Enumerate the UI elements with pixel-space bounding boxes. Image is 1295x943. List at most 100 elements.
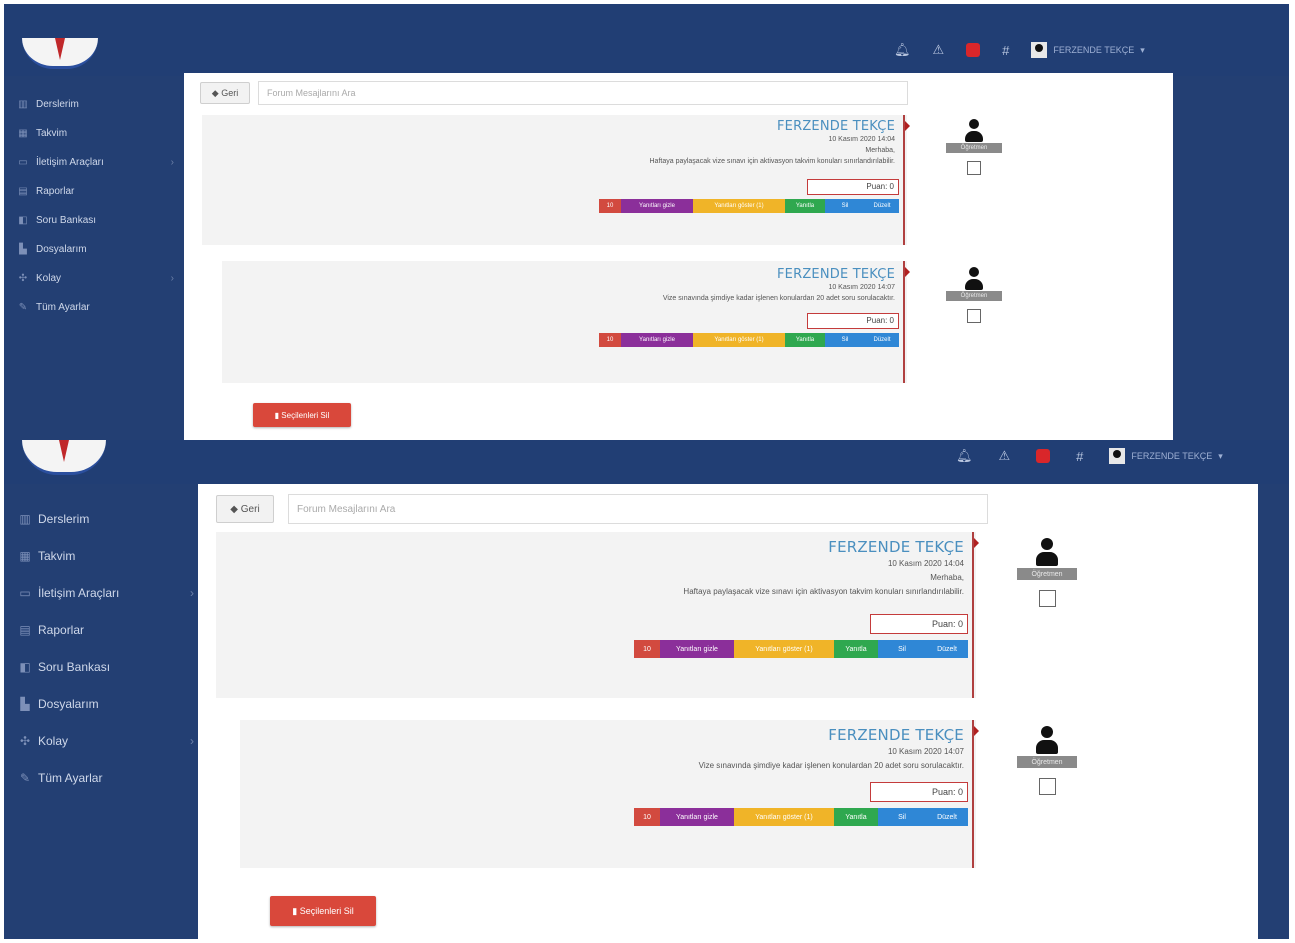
select-checkbox[interactable] [1038,590,1056,607]
user-menu[interactable]: FERZENDE TEKÇE ▾ [1031,42,1145,58]
chevron-right-icon: › [170,273,174,284]
book-icon: ▥ [19,511,31,526]
sidebar-item-label: Kolay [38,733,69,748]
forum-search-input[interactable]: Forum Mesajlarını Ara [288,494,988,524]
show-replies-button[interactable]: Yanıtları göster (1) [734,640,834,658]
count-badge: 10 [599,333,621,347]
score-field[interactable]: Puan: 0 [870,614,968,634]
sidebar-item-derslerim[interactable]: ▥ Derslerim [4,90,174,119]
screenshot-bottom: 🔔︎ ⚠ # FERZENDE TEKÇE ▾ ▥ Derslerim ▦ Takv… [4,440,1289,939]
header-icons: 🔔︎ ⚠ # FERZENDE TEKÇE ▾ [894,42,1145,58]
message-author[interactable]: FERZENDE TEKÇE [324,726,964,744]
sidebar-item-dosyalarim[interactable]: ▙ Dosyalarım [4,685,194,722]
hide-replies-button[interactable]: Yanıtları gizle [621,199,693,213]
sidebar-item-derslerim[interactable]: ▥ Derslerim [4,500,194,537]
message-divider [903,115,910,245]
flag-icon[interactable] [1036,449,1051,463]
message-date: 10 Kasım 2020 14:04 [887,559,964,568]
user-icon [1035,724,1059,756]
select-checkbox[interactable] [1038,778,1056,795]
sidebar-item-kolay[interactable]: ✣ Kolay › [4,264,174,293]
arrow-left-icon: ◆ [211,87,219,98]
reply-button[interactable]: Yanıtla [834,640,878,658]
edit-button[interactable]: Düzelt [865,199,899,213]
message-body: Vize sınavında şimdiye kadar işlenen kon… [662,295,895,302]
chat-icon: ▭ [19,585,31,600]
delete-selected-button[interactable]: ▮ Seçilenleri Sil [253,403,351,427]
sidebar-item-raporlar[interactable]: ▤ Raporlar [4,177,174,206]
delete-selected-label: Seçilenleri Sil [281,410,330,420]
reply-button[interactable]: Yanıtla [834,808,878,826]
select-checkbox[interactable] [967,161,981,175]
screenshot-frame: 🔔︎ ⚠ # FERZENDE TEKÇE ▾ ▥ Derslerim ▦ Takv… [4,4,1289,939]
edit-button[interactable]: Düzelt [926,808,968,826]
message-body: Vize sınavında şimdiye kadar işlenen kon… [698,761,964,770]
show-replies-button[interactable]: Yanıtları göster (1) [693,333,785,347]
question-bank-icon: ◧ [18,215,28,226]
back-button[interactable]: ◆ Geri [200,82,250,104]
score-field[interactable]: Puan: 0 [807,313,899,329]
sidebar-item-soru-bankasi[interactable]: ◧ Soru Bankası [4,206,174,235]
delete-button[interactable]: Sil [825,333,865,347]
sidebar-item-label: Dosyalarım [38,696,99,711]
flag-icon[interactable] [966,43,981,57]
delete-button[interactable]: Sil [878,808,926,826]
hide-replies-button[interactable]: Yanıtları gizle [660,640,734,658]
bell-icon[interactable]: 🔔︎ [956,448,973,464]
message-content: FERZENDE TEKÇE 10 Kasım 2020 14:04 Merha… [295,119,896,165]
message-divider [903,261,910,383]
message-user-box: Öğretmen [944,265,1004,323]
delete-button[interactable]: Sil [878,640,926,658]
user-icon [964,117,984,143]
sidebar-item-iletisim[interactable]: ▭ İletişim Araçları › [4,574,194,611]
search-placeholder: Forum Mesajlarını Ara [267,88,356,98]
sidebar-item-iletisim[interactable]: ▭ İletişim Araçları › [4,148,174,177]
sidebar-item-tum-ayarlar[interactable]: ✎ Tüm Ayarlar [4,293,174,322]
show-replies-button[interactable]: Yanıtları göster (1) [734,808,834,826]
sidebar-item-kolay[interactable]: ✣ Kolay › [4,722,194,759]
message-divider [972,720,979,868]
message-author[interactable]: FERZENDE TEKÇE [295,267,895,282]
message-author[interactable]: FERZENDE TEKÇE [295,119,895,134]
select-checkbox[interactable] [967,309,981,323]
message-actions: 10 Yanıtları gizle Yanıtları göster (1) … [634,808,968,826]
delete-button[interactable]: Sil [825,199,865,213]
sidebar-item-dosyalarim[interactable]: ▙ Dosyalarım [4,235,174,264]
forum-message: FERZENDE TEKÇE 10 Kasım 2020 14:07 Vize … [240,720,979,868]
content-panel: ◆ Geri Forum Mesajlarını Ara FERZENDE TE… [198,484,1258,939]
user-name: FERZENDE TEKÇE [1053,45,1135,55]
sidebar-item-tum-ayarlar[interactable]: ✎ Tüm Ayarlar [4,759,194,796]
bell-icon[interactable]: 🔔︎ [894,42,911,58]
header-icons: 🔔︎ ⚠ # FERZENDE TEKÇE ▾ [956,448,1223,464]
score-field[interactable]: Puan: 0 [870,782,968,802]
message-author[interactable]: FERZENDE TEKÇE [324,538,964,556]
message-date: 10 Kasım 2020 14:04 [828,136,895,143]
grid-icon[interactable]: # [1076,449,1083,464]
hide-replies-button[interactable]: Yanıtları gizle [660,808,734,826]
user-icon [1035,536,1059,568]
reply-button[interactable]: Yanıtla [785,199,825,213]
delete-selected-button[interactable]: ▮ Seçilenleri Sil [270,896,376,926]
score-field[interactable]: Puan: 0 [807,179,899,195]
sidebar-item-soru-bankasi[interactable]: ◧ Soru Bankası [4,648,194,685]
message-content: FERZENDE TEKÇE 10 Kasım 2020 14:07 Vize … [324,726,964,770]
show-replies-button[interactable]: Yanıtları göster (1) [693,199,785,213]
sidebar-item-takvim[interactable]: ▦ Takvim [4,537,194,574]
forum-search-input[interactable]: Forum Mesajlarını Ara [258,81,908,105]
message-user-box: Öğretmen [1014,724,1080,795]
edit-button[interactable]: Düzelt [865,333,899,347]
edit-button[interactable]: Düzelt [926,640,968,658]
hide-replies-button[interactable]: Yanıtları gizle [621,333,693,347]
chat-icon: ▭ [18,157,28,168]
warning-icon[interactable]: ⚠ [999,448,1011,464]
warning-icon[interactable]: ⚠ [933,42,945,58]
message-date: 10 Kasım 2020 14:07 [828,284,895,291]
count-badge: 10 [634,808,660,826]
sidebar-item-raporlar[interactable]: ▤ Raporlar [4,611,194,648]
back-button[interactable]: ◆ Geri [216,495,274,523]
reply-button[interactable]: Yanıtla [785,333,825,347]
grid-icon[interactable]: # [1002,43,1009,58]
sidebar-item-takvim[interactable]: ▦ Takvim [4,119,174,148]
user-menu[interactable]: FERZENDE TEKÇE ▾ [1109,448,1223,464]
message-divider [972,532,979,698]
